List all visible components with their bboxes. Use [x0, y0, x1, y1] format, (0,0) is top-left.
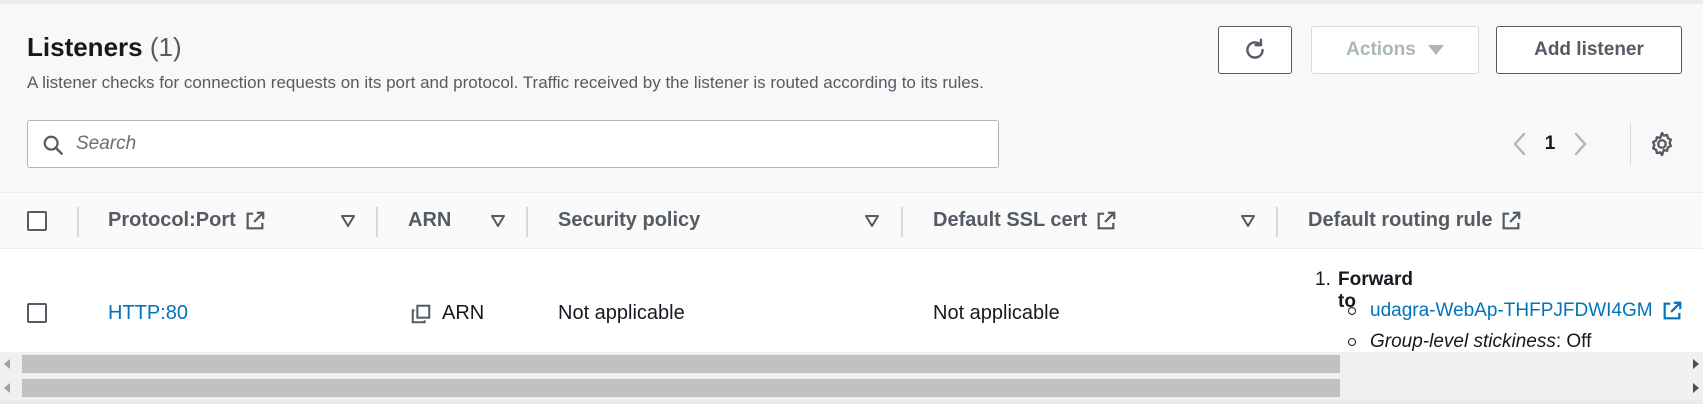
table-header: Protocol:Port ARN Security policy Defaul… [0, 192, 1703, 249]
column-label: ARN [408, 209, 452, 231]
actions-dropdown-button[interactable]: Actions [1311, 26, 1479, 74]
sort-caret-icon[interactable] [340, 213, 356, 229]
search-input[interactable] [76, 129, 976, 159]
arn-value: ARN [442, 302, 485, 324]
column-label: Protocol:Port [108, 209, 236, 231]
arn-cell: ARN [410, 302, 484, 325]
preferences-button[interactable] [1648, 130, 1676, 158]
stickiness-value: : Off [1555, 331, 1592, 352]
external-link-icon[interactable] [1661, 300, 1683, 322]
external-link-icon [1097, 211, 1116, 229]
external-link-icon [246, 211, 265, 229]
stickiness-item: Group-level stickiness : Off [1348, 331, 1591, 352]
bullet [1348, 338, 1356, 346]
chevron-left-icon [1513, 132, 1526, 156]
row-select-checkbox[interactable] [27, 303, 47, 323]
chevron-right-icon [1574, 132, 1587, 156]
scroll-right-icon[interactable] [1693, 359, 1699, 369]
current-page-number[interactable]: 1 [1532, 133, 1568, 155]
copy-icon[interactable] [410, 303, 432, 325]
search-field[interactable] [27, 120, 999, 168]
bullet [1348, 307, 1356, 315]
add-listener-button[interactable]: Add listener [1496, 26, 1682, 74]
external-link-icon [1503, 211, 1521, 229]
column-header-default-ssl-cert[interactable]: Default SSL cert [933, 209, 1117, 232]
scroll-left-icon[interactable] [4, 383, 10, 393]
default-ssl-cert-value: Not applicable [933, 302, 1060, 324]
stickiness-label: Group-level stickiness [1370, 331, 1556, 352]
actions-label: Actions [1346, 39, 1416, 60]
column-divider [901, 207, 903, 237]
title-text: Listeners [27, 32, 143, 62]
pagination-divider [1630, 123, 1631, 165]
column-divider [77, 207, 79, 237]
column-header-security-policy[interactable]: Security policy [558, 209, 700, 232]
refresh-icon [1246, 38, 1264, 59]
sort-caret-icon[interactable] [1240, 213, 1256, 229]
scrollbar-thumb[interactable] [22, 355, 1340, 373]
scrollbar-thumb[interactable] [22, 379, 1340, 397]
sort-caret-icon[interactable] [490, 213, 506, 229]
sort-caret-icon[interactable] [864, 213, 880, 229]
column-divider [1276, 207, 1278, 237]
pagination: 1 [1508, 126, 1592, 162]
column-header-protocol-port[interactable]: Protocol:Port [108, 209, 266, 232]
horizontal-scrollbar[interactable] [0, 352, 1703, 376]
target-group-link[interactable]: udagra-WebAp-THFPJFDWI4GM [1370, 300, 1653, 322]
table-row: HTTP:80 ARN Not applicable Not applicabl… [0, 249, 1703, 352]
column-label: Security policy [558, 209, 701, 231]
next-page-button[interactable] [1568, 129, 1592, 159]
previous-page-button[interactable] [1508, 129, 1532, 159]
column-header-default-routing-rule[interactable]: Default routing rule [1308, 209, 1522, 232]
scroll-left-icon[interactable] [4, 359, 10, 369]
horizontal-scrollbar[interactable] [0, 376, 1703, 400]
select-all-checkbox[interactable] [27, 211, 47, 231]
column-header-arn[interactable]: ARN [408, 209, 451, 232]
column-divider [376, 207, 378, 237]
search-icon [43, 135, 63, 155]
caret-down-icon [1427, 45, 1444, 55]
refresh-button[interactable] [1218, 26, 1292, 74]
scroll-right-icon[interactable] [1693, 383, 1699, 393]
bottom-border [0, 400, 1703, 404]
page-description: A listener checks for connection request… [27, 73, 984, 92]
target-group-item: udagra-WebAp-THFPJFDWI4GM [1348, 300, 1683, 322]
gear-icon [1651, 131, 1673, 157]
page-title: Listeners (1) [27, 32, 182, 63]
add-listener-label: Add listener [1534, 39, 1644, 60]
rule-number: 1. [1315, 269, 1331, 290]
security-policy-value: Not applicable [558, 302, 685, 324]
column-divider [526, 207, 528, 237]
listener-count: (1) [149, 32, 182, 62]
column-label: Default SSL cert [933, 209, 1088, 231]
column-label: Default routing rule [1308, 209, 1493, 231]
protocol-port-link[interactable]: HTTP:80 [108, 302, 188, 325]
